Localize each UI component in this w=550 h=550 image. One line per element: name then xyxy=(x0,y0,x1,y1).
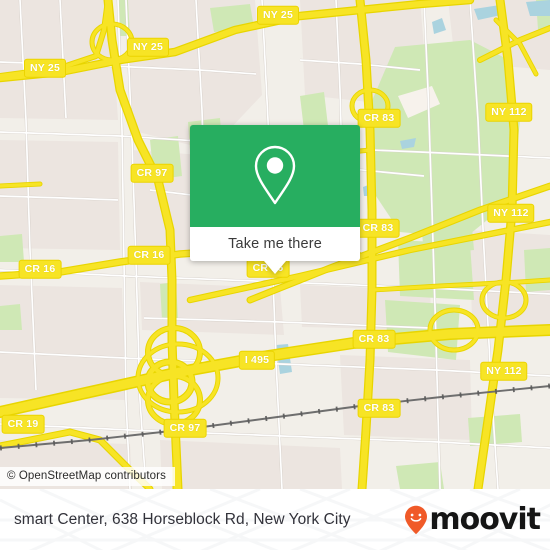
road-shield: NY 112 xyxy=(480,361,528,381)
road-shield: CR 83 xyxy=(357,108,401,128)
road-shield: NY 112 xyxy=(487,203,535,223)
take-me-there-label: Take me there xyxy=(228,236,322,252)
road-shield: NY 25 xyxy=(127,37,169,57)
road-shield: NY 25 xyxy=(257,5,299,25)
road-shield: CR 83 xyxy=(356,218,400,238)
road-shield: CR 97 xyxy=(130,163,174,183)
popup-footer[interactable]: Take me there xyxy=(190,227,360,274)
road-shield: CR 83 xyxy=(352,329,396,349)
moovit-logo[interactable]: moovit xyxy=(404,501,541,537)
footer-content: smart Center, 638 Horseblock Rd, New Yor… xyxy=(0,489,550,550)
moovit-wordmark: moovit xyxy=(429,501,541,537)
road-shield: CR 19 xyxy=(1,414,45,434)
popup-header xyxy=(190,125,360,227)
road-shield: NY 25 xyxy=(24,58,66,78)
map-canvas[interactable]: NY 25 NY 25 NY 25 NY 112 NY 112 NY 112 CR 83 CR… xyxy=(0,0,550,489)
moovit-pin-icon xyxy=(405,505,428,534)
map-pin-icon xyxy=(254,145,296,205)
attribution-text: © OpenStreetMap contributors xyxy=(7,470,166,482)
road-shield: CR 97 xyxy=(163,418,207,438)
road-shield: CR 16 xyxy=(127,245,171,265)
place-address-label: smart Center, 638 Horseblock Rd, New Yor… xyxy=(14,510,351,528)
map-screenshot: NY 25 NY 25 NY 25 NY 112 NY 112 NY 112 CR 83 CR… xyxy=(0,0,550,550)
osm-attribution[interactable]: © OpenStreetMap contributors xyxy=(0,467,175,486)
popup-tail-pointer xyxy=(264,261,286,274)
road-shield: NY 112 xyxy=(485,102,533,122)
road-shield: CR 16 xyxy=(18,259,62,279)
road-shield: CR 83 xyxy=(357,398,401,418)
footer-bar: smart Center, 638 Horseblock Rd, New Yor… xyxy=(0,489,550,550)
road-shield: I 495 xyxy=(238,350,276,370)
location-popup[interactable]: Take me there xyxy=(190,125,360,274)
